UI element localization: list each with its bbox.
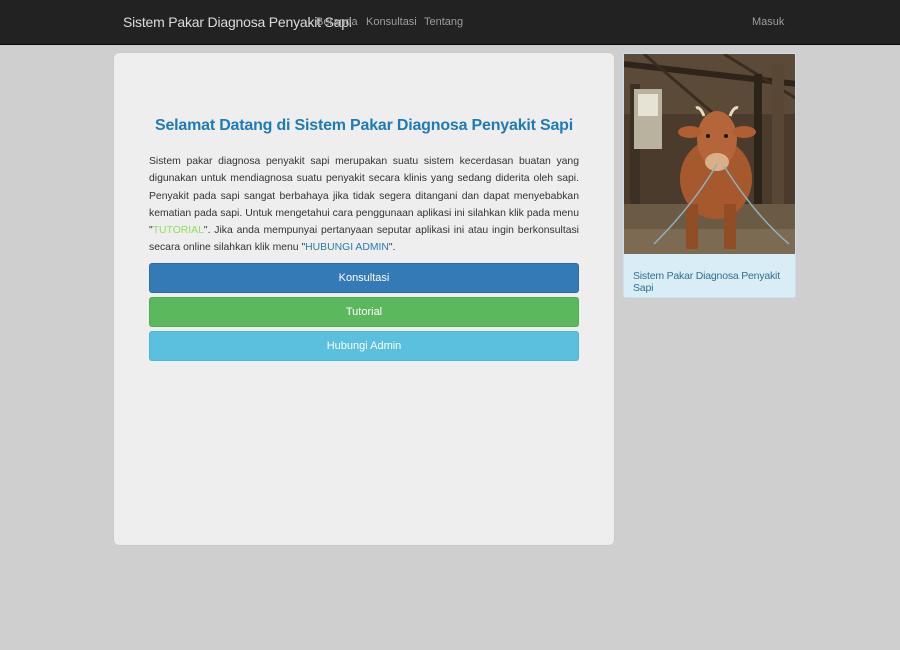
nav-beranda[interactable]: Beranda	[316, 16, 358, 28]
contact-admin-link[interactable]: HUBUNGI ADMIN	[305, 242, 389, 253]
cow-photo-icon	[624, 54, 795, 254]
tutorial-button[interactable]: Tutorial	[149, 297, 579, 327]
top-navbar: Sistem Pakar Diagnosa Penyakit Sapi Bera…	[0, 0, 900, 45]
tutorial-link[interactable]: TUTORIAL	[153, 225, 204, 236]
nav-tentang[interactable]: Tentang	[424, 16, 463, 28]
welcome-panel: Selamat Datang di Sistem Pakar Diagnosa …	[114, 53, 614, 545]
thumbnail-card: Sistem Pakar Diagnosa Penyakit Sapi	[623, 53, 796, 298]
nav-masuk[interactable]: Masuk	[752, 16, 784, 28]
nav-konsultasi[interactable]: Konsultasi	[366, 16, 417, 28]
intro-text: Sistem pakar diagnosa penyakit sapi meru…	[149, 153, 579, 257]
consult-button[interactable]: Konsultasi	[149, 263, 579, 293]
contact-admin-button[interactable]: Hubungi Admin	[149, 331, 579, 361]
page-title: Selamat Datang di Sistem Pakar Diagnosa …	[154, 117, 573, 134]
thumbnail-caption: Sistem Pakar Diagnosa Penyakit Sapi	[633, 270, 780, 294]
intro-text-part3: ".	[388, 242, 396, 254]
